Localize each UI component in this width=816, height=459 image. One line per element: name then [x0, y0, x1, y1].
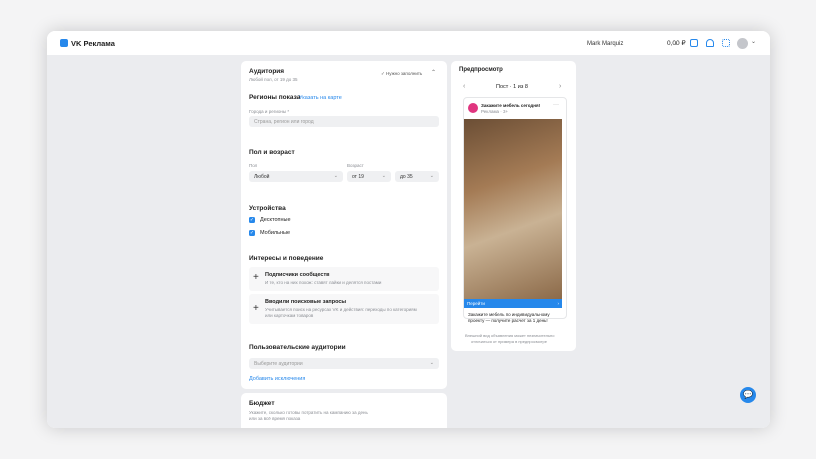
interest-subscribers[interactable]: + Подписчики сообществ И те, кто на них …	[249, 267, 439, 291]
age-to-select[interactable]: до 35 ⌄	[395, 171, 439, 182]
logo[interactable]: VK Реклама	[60, 39, 115, 48]
region-input[interactable]: Страна, регион или город	[249, 116, 439, 127]
chevron-down-icon: ⌄	[429, 360, 434, 366]
chat-button[interactable]: 💬	[740, 387, 756, 403]
ad-image	[464, 119, 562, 299]
more-icon[interactable]: ···	[553, 102, 559, 108]
account-switcher[interactable]: Mark Marquiz ⌄	[587, 40, 678, 47]
interest-search[interactable]: + Вводили поисковые запросы Учитывается …	[249, 294, 439, 324]
sex-select[interactable]: Любой ⌄	[249, 171, 343, 182]
budget-card: Бюджет Укажите, сколько готовы потратить…	[241, 393, 447, 428]
content-area: Аудитория Любой пол, от 19 до 35 ✓ Нужно…	[47, 55, 770, 428]
app-window: VK Реклама Mark Marquiz ⌄ 0,00 ₽ ⌄ Аудито…	[47, 31, 770, 428]
plus-icon: +	[253, 272, 259, 283]
chevron-down-icon[interactable]: ⌄	[751, 38, 756, 45]
custom-audience-select[interactable]: Выберите аудитории ⌄	[249, 358, 439, 369]
chevron-down-icon: ⌄	[429, 173, 434, 179]
wallet-icon[interactable]	[690, 39, 698, 47]
preview-card: Предпросмотр ‹ Пост · 1 из 8 › Закажите …	[451, 61, 576, 351]
cta-button[interactable]: Перейти ›	[464, 299, 562, 308]
vk-logo-icon	[60, 39, 68, 47]
prev-arrow[interactable]: ‹	[463, 83, 465, 90]
desktop-checkbox[interactable]: ✓	[249, 217, 255, 223]
age-from-select[interactable]: от 19 ⌄	[347, 171, 391, 182]
next-arrow[interactable]: ›	[559, 83, 561, 90]
plus-icon: +	[253, 303, 259, 314]
mobile-checkbox[interactable]: ✓	[249, 230, 255, 236]
top-bar: VK Реклама Mark Marquiz ⌄ 0,00 ₽ ⌄	[47, 31, 770, 55]
chevron-down-icon: ⌄	[333, 173, 338, 179]
chevron-down-icon: ⌄	[381, 173, 386, 179]
balance[interactable]: 0,00 ₽	[667, 39, 686, 47]
map-link[interactable]: Указать на карте	[299, 95, 342, 101]
audience-card: Аудитория Любой пол, от 19 до 35 ✓ Нужно…	[241, 61, 447, 389]
add-exclusions-link[interactable]: Добавить исключения	[249, 376, 305, 382]
apps-grid-icon[interactable]	[722, 39, 730, 47]
chevron-up-icon[interactable]: ⌃	[431, 69, 436, 76]
post-selector[interactable]: Пост · 1 из 8	[496, 84, 528, 90]
bell-icon[interactable]	[706, 39, 714, 47]
status-badge: ✓ Нужно заполнить	[381, 71, 423, 76]
chat-icon: 💬	[743, 390, 753, 399]
avatar[interactable]	[737, 38, 748, 49]
avatar	[468, 103, 478, 113]
